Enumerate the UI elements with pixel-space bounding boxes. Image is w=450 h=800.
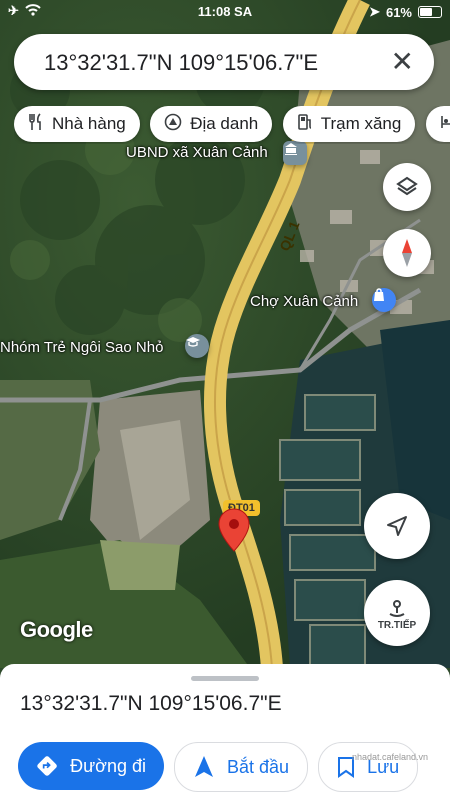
status-bar: ✈ 11:08 SA ➤ 61% (0, 0, 450, 24)
chip-label: Nhà hàng (52, 114, 126, 133)
navigation-arrow-icon (387, 516, 407, 536)
navigation-icon (195, 756, 213, 777)
street-view-icon (389, 599, 405, 617)
street-view-label: TR.TIẾP (377, 619, 417, 631)
school-icon[interactable] (185, 334, 209, 358)
label-market[interactable]: Chợ Xuân Cảnh (250, 293, 358, 310)
gas-station-icon (297, 113, 313, 136)
hotel-icon (440, 114, 450, 135)
place-sheet: 13°32'31.7"N 109°15'06.7"E Đường đi Bắt … (0, 664, 450, 800)
directions-label: Đường đi (70, 755, 146, 776)
action-row: Đường đi Bắt đầu Lưu (18, 742, 419, 792)
chip-label: Địa danh (190, 114, 259, 133)
directions-button[interactable]: Đường đi (18, 742, 164, 790)
google-logo: Google (20, 617, 93, 642)
start-label: Bắt đầu (227, 756, 290, 777)
shopping-bag-icon[interactable] (372, 288, 396, 312)
map-imagery (0, 0, 450, 668)
chip-restaurant[interactable]: Nhà hàng (14, 106, 140, 142)
my-location-button[interactable] (364, 493, 430, 559)
layers-button[interactable] (383, 163, 431, 211)
chip-landmark[interactable]: Địa danh (150, 106, 273, 142)
search-bar[interactable]: 13°32'31.7"N 109°15'06.7"E ✕ (14, 34, 434, 90)
chip-more[interactable] (425, 106, 450, 142)
label-school[interactable]: Nhóm Trẻ Ngôi Sao Nhỏ (0, 339, 163, 356)
watermark: nhadat.cafeland.vn (351, 752, 428, 762)
compass-button[interactable] (383, 229, 431, 277)
battery-percent: 61% (385, 4, 412, 20)
chip-gas-station[interactable]: Trạm xăng (282, 106, 416, 142)
location-arrow-icon: ➤ (369, 4, 380, 19)
battery-icon (418, 6, 442, 18)
chip-label: Trạm xăng (320, 114, 402, 133)
government-icon[interactable] (283, 141, 307, 165)
compass-icon (402, 239, 412, 267)
landmark-icon (164, 113, 182, 136)
place-coordinates: 13°32'31.7"N 109°15'06.7"E (20, 692, 282, 715)
restaurant-icon (28, 112, 44, 136)
category-chips: Nhà hàng Địa danh Trạm xăng (14, 106, 450, 144)
start-button[interactable]: Bắt đầu (174, 742, 309, 792)
close-icon[interactable]: ✕ (391, 48, 414, 76)
satellite-map[interactable]: UBND xã Xuân Cảnh Chợ Xuân Cảnh Nhóm Trẻ… (0, 0, 450, 668)
save-button[interactable]: Lưu (318, 742, 419, 792)
label-ubnd[interactable]: UBND xã Xuân Cảnh (126, 144, 268, 161)
directions-icon (37, 756, 57, 776)
street-view-button[interactable]: TR.TIẾP (364, 580, 430, 646)
search-query[interactable]: 13°32'31.7"N 109°15'06.7"E (44, 50, 318, 76)
layers-icon (396, 176, 418, 196)
sheet-handle[interactable] (191, 676, 259, 681)
